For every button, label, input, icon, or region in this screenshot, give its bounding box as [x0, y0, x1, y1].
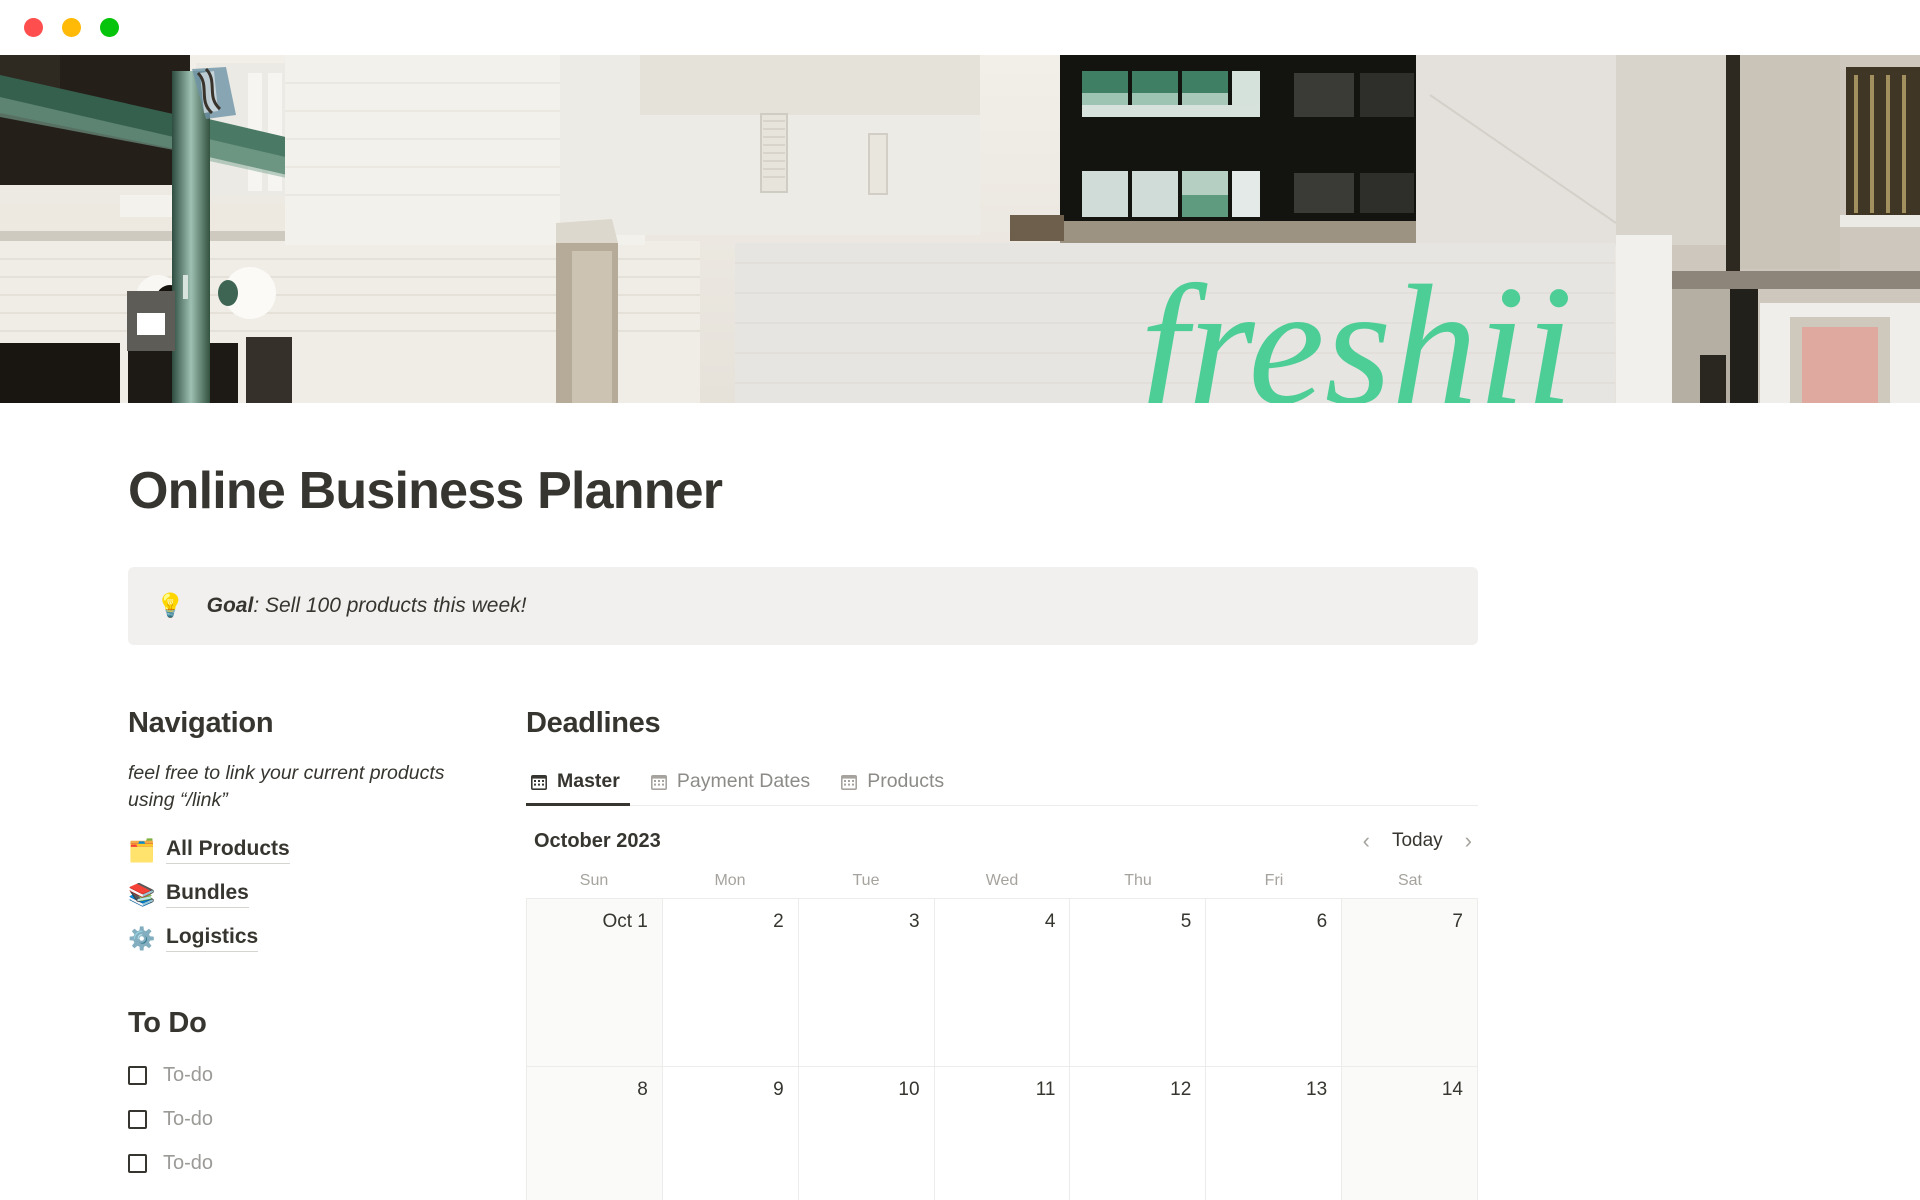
todo-checkbox[interactable] — [128, 1154, 147, 1174]
books-icon: 📚 — [128, 881, 156, 907]
calendar-day-cell[interactable]: 10 — [798, 1067, 935, 1200]
calendar-grid: Oct 1 2 3 4 5 6 7 8 9 10 11 12 13 14 — [526, 898, 1478, 1200]
close-window-button[interactable] — [24, 18, 43, 37]
calendar-day-cell[interactable]: 7 — [1342, 899, 1478, 1068]
todo-checkbox[interactable] — [128, 1066, 147, 1086]
window-titlebar — [0, 0, 1920, 55]
weekday-label: Wed — [985, 872, 1019, 890]
nav-item-all-products[interactable]: 🗂️ All Products — [128, 829, 526, 873]
calendar-day-cell[interactable]: 2 — [662, 899, 799, 1068]
weekday-label: Sun — [579, 872, 609, 890]
tab-master[interactable]: Master — [526, 764, 630, 807]
right-column: Deadlines Master Payment Dates Products … — [526, 707, 1478, 1200]
calendar-day-cell[interactable]: 13 — [1206, 1067, 1343, 1200]
calendar-icon — [531, 774, 547, 790]
page-content: Online Business Planner 💡 Goal: Sell 100… — [128, 461, 1478, 1200]
calendar-day-cell[interactable]: 6 — [1206, 899, 1343, 1068]
calendar-navigation: ‹ Today › — [1359, 828, 1476, 854]
calendar-day-cell[interactable]: Oct 1 — [527, 899, 663, 1068]
calendar-day-cell[interactable]: 11 — [934, 1067, 1071, 1200]
traffic-lights — [24, 18, 119, 37]
navigation-list: 🗂️ All Products 📚 Bundles ⚙️ Logistics — [128, 829, 526, 961]
tab-label: Master — [557, 770, 620, 793]
nav-item-label[interactable]: Bundles — [166, 881, 249, 909]
nav-item-logistics[interactable]: ⚙️ Logistics — [128, 917, 526, 961]
next-month-button[interactable]: › — [1461, 828, 1476, 854]
previous-month-button[interactable]: ‹ — [1359, 828, 1374, 854]
todo-label[interactable]: To-do — [163, 1064, 213, 1087]
deadlines-tabs: Master Payment Dates Products — [526, 764, 1478, 807]
nav-item-label[interactable]: All Products — [166, 837, 290, 865]
freshii-sign-text: freshii — [1140, 251, 1573, 403]
storefront-glyph — [127, 291, 175, 351]
todo-label[interactable]: To-do — [163, 1108, 213, 1131]
goal-label: Goal — [206, 594, 254, 617]
todo-heading: To Do — [128, 1006, 207, 1039]
calendar-day-cell[interactable]: 12 — [1070, 1067, 1207, 1200]
weekday-label: Sat — [1397, 872, 1422, 890]
tab-payment-dates[interactable]: Payment Dates — [646, 764, 820, 805]
goal-callout: 💡 Goal: Sell 100 products this week! — [128, 567, 1478, 646]
goal-detail: : Sell 100 products this week! — [253, 594, 527, 617]
page-body: Online Business Planner 💡 Goal: Sell 100… — [0, 461, 1920, 1200]
tab-products[interactable]: Products — [836, 764, 954, 805]
calendar-day-cell[interactable]: 5 — [1070, 899, 1207, 1068]
weekday-label: Thu — [1124, 872, 1152, 890]
page-title: Online Business Planner — [128, 462, 723, 520]
lightbulb-icon: 💡 — [156, 592, 185, 618]
calendar-header: October 2023 ‹ Today › — [526, 806, 1478, 872]
calendar-weekday-header: Sun Mon Tue Wed Thu Fri Sat — [526, 872, 1478, 898]
weekday-label: Tue — [852, 872, 880, 890]
weekday-label: Fri — [1264, 872, 1284, 890]
todo-checkbox[interactable] — [128, 1110, 147, 1130]
card-index-dividers-icon: 🗂️ — [128, 837, 156, 863]
calendar-icon — [841, 774, 858, 790]
calendar-icon — [650, 774, 667, 790]
cover-image[interactable]: freshii — [0, 55, 1920, 403]
cover-illustration: freshii — [0, 55, 1920, 403]
todo-item[interactable]: To-do — [128, 1054, 526, 1098]
today-button[interactable]: Today — [1392, 830, 1443, 852]
todo-item[interactable]: To-do — [128, 1098, 526, 1142]
navigation-hint: feel free to link your current products … — [128, 762, 445, 811]
gear-icon: ⚙️ — [128, 925, 156, 951]
calendar-day-cell[interactable]: 3 — [798, 899, 935, 1068]
todo-label[interactable]: To-do — [163, 1152, 213, 1175]
todo-item[interactable]: To-do — [128, 1142, 526, 1186]
minimize-window-button[interactable] — [62, 18, 81, 37]
weekday-label: Mon — [714, 872, 746, 890]
nav-item-bundles[interactable]: 📚 Bundles — [128, 873, 526, 917]
storefront-icon[interactable] — [124, 287, 178, 355]
navigation-heading: Navigation — [128, 707, 274, 740]
calendar-day-cell[interactable]: 4 — [934, 899, 1071, 1068]
two-column-layout: Navigation feel free to link your curren… — [128, 707, 1478, 1200]
maximize-window-button[interactable] — [100, 18, 119, 37]
deadlines-heading: Deadlines — [526, 707, 661, 740]
left-column: Navigation feel free to link your curren… — [128, 707, 526, 1200]
calendar-month-label: October 2023 — [534, 829, 661, 852]
nav-item-label[interactable]: Logistics — [166, 925, 259, 953]
calendar-day-cell[interactable]: 8 — [527, 1067, 663, 1200]
calendar-day-cell[interactable]: 9 — [662, 1067, 799, 1200]
tab-label: Payment Dates — [676, 770, 811, 793]
tab-label: Products — [867, 770, 945, 793]
calendar-day-cell[interactable]: 14 — [1342, 1067, 1478, 1200]
goal-text: Goal: Sell 100 products this week! — [207, 593, 527, 619]
todo-list: To-do To-do To-do — [128, 1054, 526, 1186]
